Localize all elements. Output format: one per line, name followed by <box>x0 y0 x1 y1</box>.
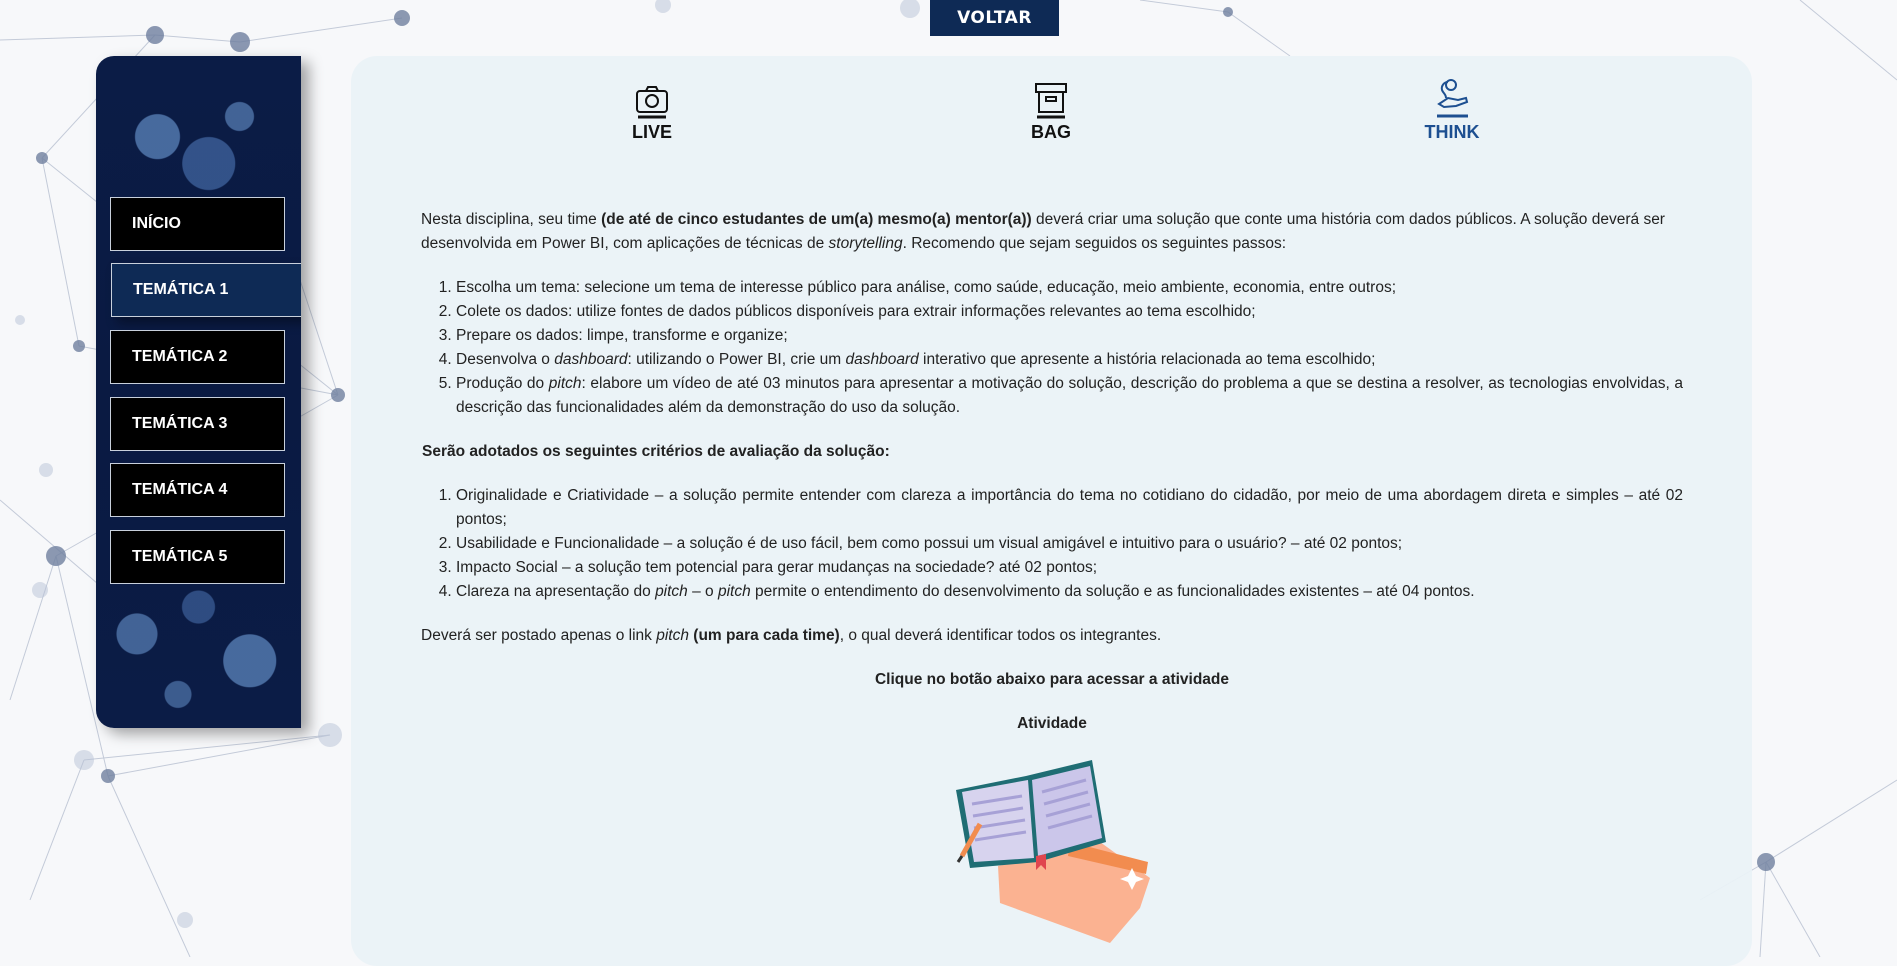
intro-paragraph: Nesta disciplina, seu time (de até de ci… <box>421 211 1665 252</box>
cta-text: Clique no botão abaixo para acessar a at… <box>874 671 1230 688</box>
sidebar-item-inicio[interactable]: INÍCIO <box>110 197 285 251</box>
activity-label: Atividade <box>1017 715 1087 732</box>
list-item: Desenvolva o dashboard: utilizando o Pow… <box>456 348 1683 372</box>
criteria-title: Serão adotados os seguintes critérios de… <box>422 443 890 460</box>
sidebar: INÍCIO TEMÁTICA 1 TEMÁTICA 2 TEMÁTICA 3 … <box>96 56 301 728</box>
tab-bag-label: BAG <box>1031 122 1071 142</box>
sidebar-item-tematica-5[interactable]: TEMÁTICA 5 <box>110 530 285 584</box>
sidebar-item-tematica-1[interactable]: TEMÁTICA 1 <box>111 263 301 317</box>
list-item: Prepare os dados: limpe, transforme e or… <box>456 324 1683 348</box>
list-item: Colete os dados: utilize fontes de dados… <box>456 300 1683 324</box>
tab-bag[interactable]: BAG <box>991 80 1111 143</box>
sidebar-item-tematica-2[interactable]: TEMÁTICA 2 <box>110 330 285 384</box>
list-item: Usabilidade e Funcionalidade – a solução… <box>456 532 1683 556</box>
activity-book-button[interactable] <box>950 758 1150 948</box>
list-item: Clareza na apresentação do pitch – o pit… <box>456 580 1683 604</box>
criteria-list: Originalidade e Criatividade – a solução… <box>421 484 1683 604</box>
sidebar-item-tematica-3[interactable]: TEMÁTICA 3 <box>110 397 285 451</box>
sidebar-item-tematica-4[interactable]: TEMÁTICA 4 <box>110 463 285 517</box>
list-item: Originalidade e Criatividade – a solução… <box>456 484 1683 532</box>
post-instructions: Deverá ser postado apenas o link pitch (… <box>421 627 1162 644</box>
list-item: Produção do pitch: elabore um vídeo de a… <box>456 372 1683 420</box>
list-item: Escolha um tema: selecione um tema de in… <box>456 276 1683 300</box>
list-item: Impacto Social – a solução tem potencial… <box>456 556 1683 580</box>
lightbulb-hand-icon <box>1437 79 1469 118</box>
tab-live[interactable]: LIVE <box>592 80 712 143</box>
tab-think-label: THINK <box>1424 122 1480 142</box>
archive-box-icon <box>1035 83 1067 119</box>
activity-description: Nesta disciplina, seu time (de até de ci… <box>421 208 1683 756</box>
camera-icon <box>636 86 668 119</box>
tab-live-label: LIVE <box>631 122 672 142</box>
back-button[interactable]: VOLTAR <box>930 0 1059 36</box>
tab-think[interactable]: THINK <box>1392 76 1512 143</box>
steps-list: Escolha um tema: selecione um tema de in… <box>421 276 1683 420</box>
